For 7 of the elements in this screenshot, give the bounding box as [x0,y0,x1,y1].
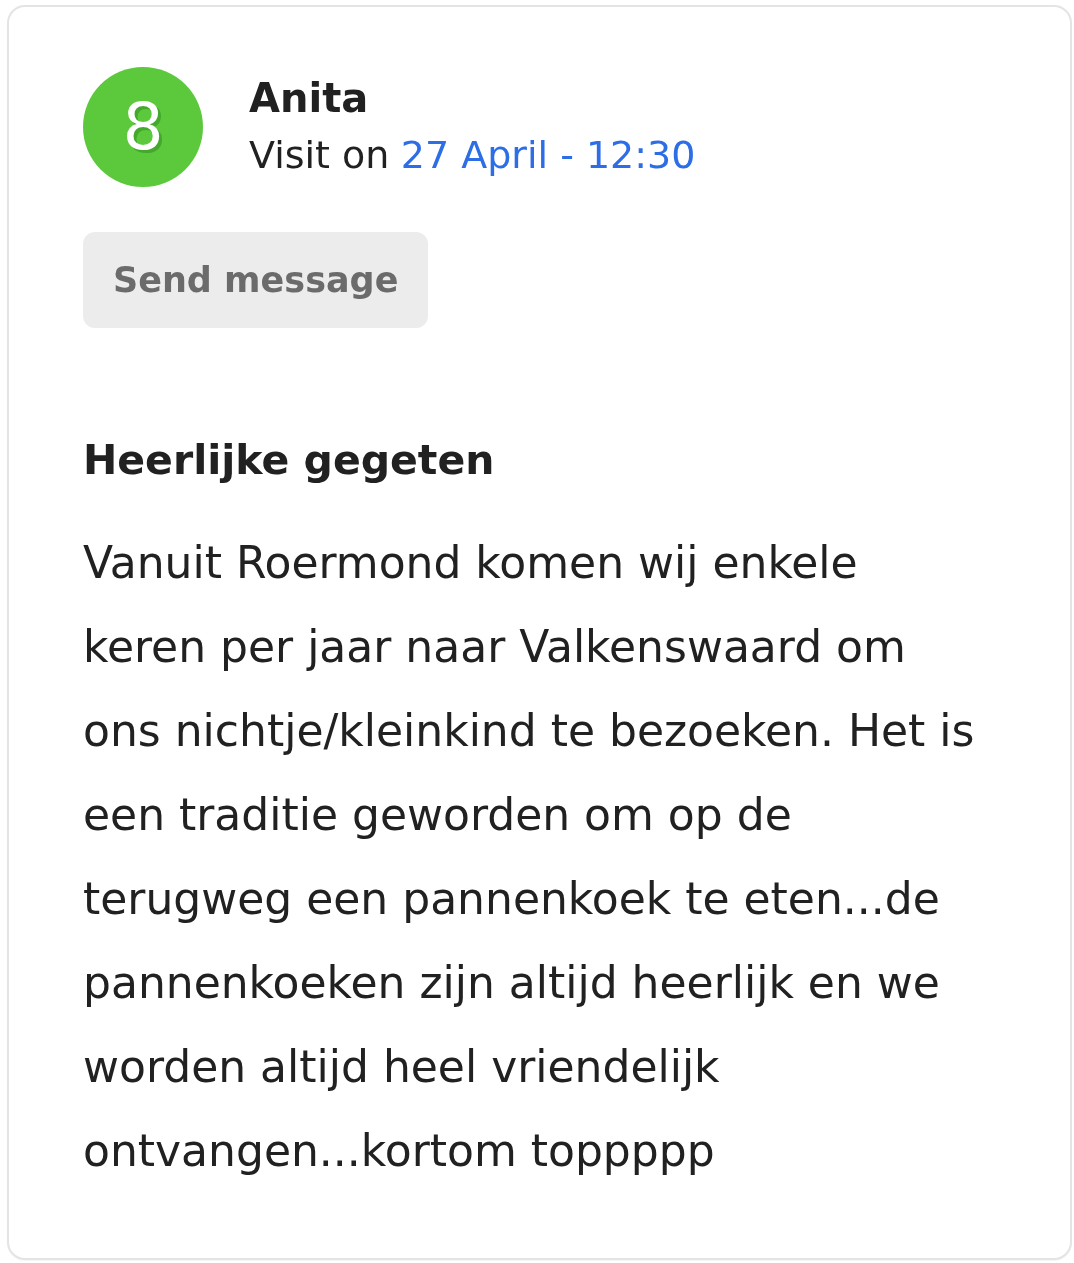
review-title: Heerlijke gegeten [83,435,496,486]
visit-label: Visit on [249,132,390,179]
review-text: Vanuit Roermond komen wij enkele keren per jaar naar Valkenswaard om ons nichtje/kleinkind te bezoeken. Het is een traditie geworden om op de terugweg een pannenkoek te eten...de pannenkoeken zijn altijd heerlijk en we worden altijd heel vriendelijk ontvangen...kortom toppppp [83,536,976,1178]
visit-date-link[interactable]: 27 April - 12:30 [400,127,696,184]
rating-badge: 8 [83,67,203,187]
reviewer-name: Anita [249,74,370,123]
send-message-button[interactable]: Send message [83,232,429,328]
